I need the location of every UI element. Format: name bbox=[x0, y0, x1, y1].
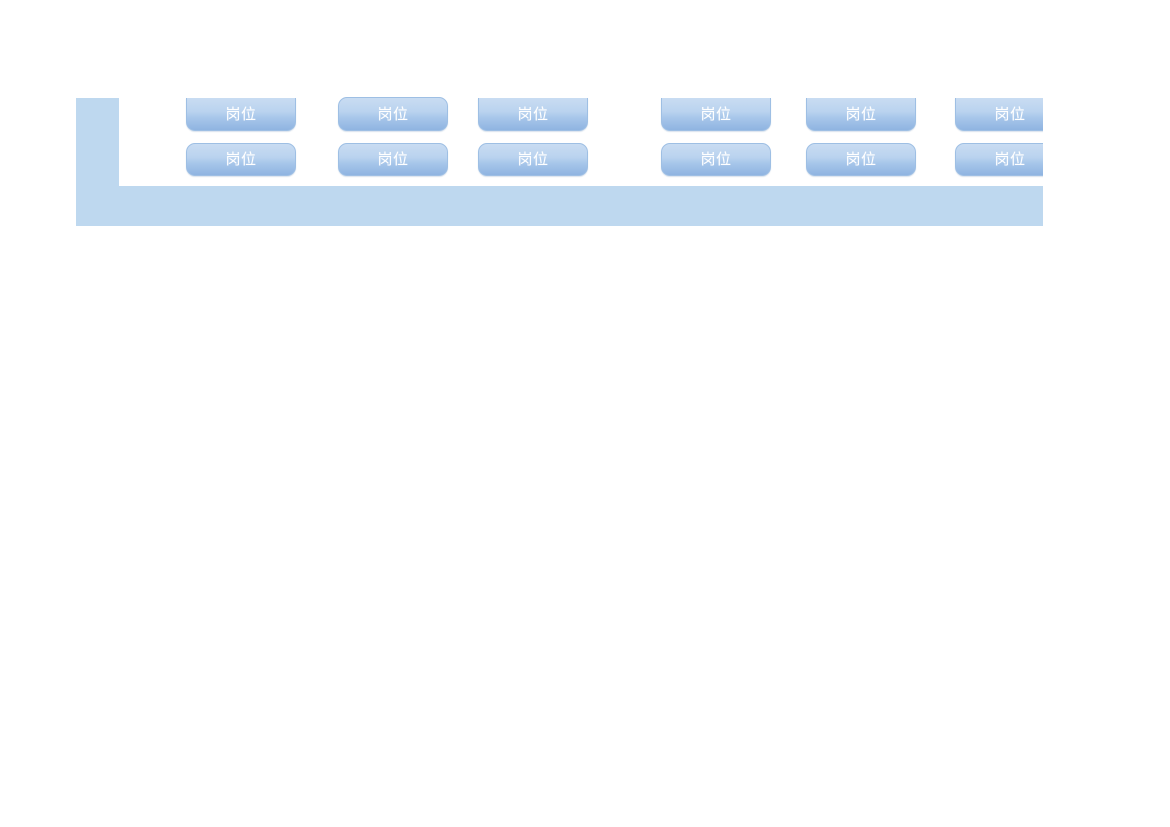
org-node-label: 岗位 bbox=[517, 107, 548, 122]
org-node-label: 岗位 bbox=[994, 107, 1025, 122]
org-node-r1-c2[interactable]: 岗位 bbox=[338, 97, 448, 131]
org-node-label: 岗位 bbox=[700, 107, 731, 122]
org-node-r2-c5[interactable]: 岗位 bbox=[806, 143, 916, 176]
org-node-label: 岗位 bbox=[845, 107, 876, 122]
org-node-label: 岗位 bbox=[517, 152, 548, 167]
org-node-r2-c2[interactable]: 岗位 bbox=[338, 143, 448, 176]
org-node-r2-c4[interactable]: 岗位 bbox=[661, 143, 771, 176]
org-node-label: 岗位 bbox=[225, 107, 256, 122]
org-node-label: 岗位 bbox=[994, 152, 1025, 167]
org-node-r2-c6[interactable]: 岗位 bbox=[955, 143, 1043, 176]
org-node-label: 岗位 bbox=[377, 152, 408, 167]
org-node-r1-c3[interactable]: 岗位 bbox=[478, 98, 588, 131]
org-node-label: 岗位 bbox=[225, 152, 256, 167]
org-node-r1-c6[interactable]: 岗位 bbox=[955, 98, 1043, 131]
org-node-label: 岗位 bbox=[845, 152, 876, 167]
org-node-label: 岗位 bbox=[377, 107, 408, 122]
org-node-label: 岗位 bbox=[700, 152, 731, 167]
org-node-r1-c5[interactable]: 岗位 bbox=[806, 98, 916, 131]
diagram-canvas: 岗位岗位岗位岗位岗位岗位岗位岗位岗位岗位岗位岗位 bbox=[0, 0, 1170, 827]
org-node-r2-c3[interactable]: 岗位 bbox=[478, 143, 588, 176]
node-clip-region: 岗位岗位岗位岗位岗位岗位岗位岗位岗位岗位岗位岗位 bbox=[0, 0, 1043, 827]
org-node-r2-c1[interactable]: 岗位 bbox=[186, 143, 296, 176]
org-node-r1-c1[interactable]: 岗位 bbox=[186, 98, 296, 131]
org-node-r1-c4[interactable]: 岗位 bbox=[661, 98, 771, 131]
